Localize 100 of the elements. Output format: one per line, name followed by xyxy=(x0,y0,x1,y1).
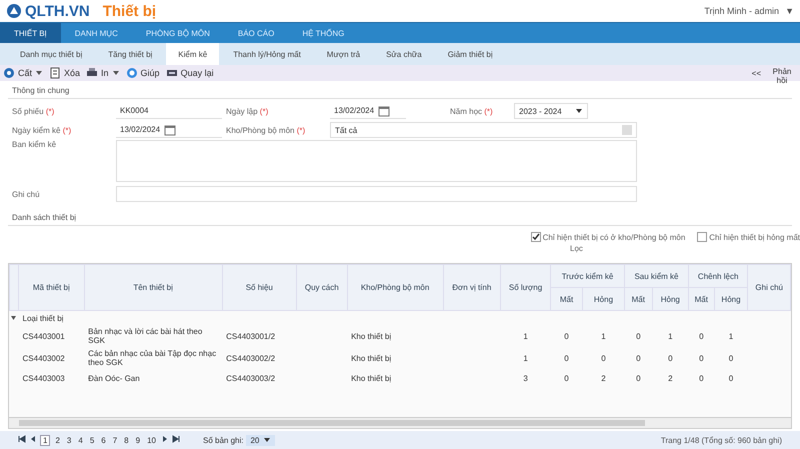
filter-link[interactable]: Lọc xyxy=(570,242,583,255)
column-header: Hỏng xyxy=(652,288,688,310)
page-nav-button[interactable] xyxy=(29,435,37,445)
field-label: Năm học (*) xyxy=(450,106,494,116)
column-header: Hỏng xyxy=(714,288,748,310)
caret-icon xyxy=(35,69,44,77)
table-cell-text: 3 xyxy=(522,373,529,385)
page-number[interactable]: 6 xyxy=(99,436,108,444)
field-label: Số phiếu (*) xyxy=(12,106,56,116)
toolbar-button[interactable]: Giúp xyxy=(126,67,160,79)
table-cell-text: 1 xyxy=(728,330,734,342)
document-icon xyxy=(49,67,62,79)
module-title: Thiết bị xyxy=(102,2,156,20)
table-cell-text: 0 xyxy=(698,373,705,385)
page-summary: Trang 1/48 (Tổng số: 960 bản ghi) xyxy=(660,436,782,444)
toolbar-button[interactable]: Cất xyxy=(3,67,44,79)
table-cell-text: 0 xyxy=(635,330,642,342)
date-field[interactable]: 13/02/2024 xyxy=(116,122,222,138)
table-cell-text: Kho thiết bị xyxy=(350,330,392,342)
table-cell-text: 0 xyxy=(563,330,570,342)
page-number[interactable]: 9 xyxy=(134,436,142,444)
page-nav-button[interactable] xyxy=(172,435,180,445)
page-size-select[interactable]: 20 xyxy=(246,434,276,446)
toolbar-button[interactable]: Quay lại xyxy=(166,67,214,79)
tab[interactable]: Mượn trả xyxy=(314,43,372,65)
tab[interactable]: Sửa chữa xyxy=(374,43,434,65)
page-number[interactable]: 2 xyxy=(53,436,62,444)
table-cell-text: 0 xyxy=(600,352,607,364)
column-header: Số hiệu xyxy=(222,264,296,310)
table-cell-text: 0 xyxy=(563,373,570,385)
tab[interactable]: Tăng thiết bị xyxy=(96,43,164,65)
toolbar-button[interactable]: Xóa xyxy=(49,67,80,79)
column-header: Tên thiết bị xyxy=(84,264,222,310)
page-number[interactable]: 4 xyxy=(76,436,85,444)
page-nav-button[interactable] xyxy=(160,435,169,445)
input-field[interactable]: KK0004 xyxy=(116,104,222,118)
column-header: Mất xyxy=(550,288,582,310)
table-cell-text: 0 xyxy=(667,352,674,364)
table-cell-text: 0 xyxy=(728,352,734,364)
table-cell-text: CS4403002 xyxy=(22,352,66,364)
table-cell-text: 0 xyxy=(635,373,642,385)
page-number[interactable]: 3 xyxy=(64,436,74,444)
disc-icon xyxy=(3,67,15,79)
field-label: Ban kiểm kê xyxy=(12,140,58,149)
nav-item[interactable]: THIẾT BỊ xyxy=(0,23,61,43)
feedback-link[interactable]: Phản hồi xyxy=(767,65,797,85)
table-cell-text: 2 xyxy=(667,373,674,385)
last-page-icon xyxy=(172,435,180,443)
column-header: Quy cách xyxy=(296,264,348,310)
column-header: Chênh lệch xyxy=(688,264,748,288)
filter-checkbox[interactable]: Chỉ hiện thiết bị hỏng mất xyxy=(697,232,800,242)
field-label: Ngày kiểm kê (*) xyxy=(12,126,72,134)
page-number[interactable]: 8 xyxy=(122,436,131,444)
toolbar-button[interactable]: In xyxy=(86,67,120,79)
page-number[interactable]: 5 xyxy=(88,436,96,444)
column-header: Mất xyxy=(688,288,714,310)
section-title: Danh sách thiết bị xyxy=(8,210,792,226)
input-field[interactable]: Tất cả xyxy=(330,122,637,138)
column-header: Sau kiểm kê xyxy=(624,264,688,288)
page-number[interactable]: 7 xyxy=(110,436,120,444)
table-cell-text: 1 xyxy=(522,352,529,364)
filter-checkbox[interactable]: Chỉ hiện thiết bị có ở kho/Phòng bộ môn xyxy=(530,232,686,242)
table-cell-text: CS4403001/2 xyxy=(225,330,276,342)
user-menu[interactable]: Trịnh Minh - admin ▼ xyxy=(704,6,794,16)
horizontal-scrollbar[interactable] xyxy=(8,418,792,429)
section-title: Thông tin chung xyxy=(8,83,792,99)
date-field[interactable]: 13/02/2024 xyxy=(330,104,406,118)
input-field[interactable] xyxy=(116,186,637,202)
table-cell-text: 2 xyxy=(600,373,607,385)
table-cell-text: Các bản nhạc của bài Tập đọc nhạc theo SGK xyxy=(87,348,218,369)
page-nav-button[interactable] xyxy=(18,435,26,445)
table-cell-text: 0 xyxy=(563,352,570,364)
check-icon xyxy=(532,233,540,241)
table-cell-text: 0 xyxy=(635,352,642,364)
table-cell-text: 1 xyxy=(522,330,529,342)
table-cell-text: CS4403001 xyxy=(22,330,66,342)
table-cell-text: Đàn Oóc- Gan xyxy=(87,373,141,385)
page-number[interactable]: 1 xyxy=(40,434,50,446)
table-cell-text: CS4403003 xyxy=(22,373,66,385)
table-cell-text: Kho thiết bị xyxy=(350,373,392,385)
caret-icon xyxy=(112,69,120,77)
table-cell-text: Bản nhạc và lời các bài hát theo SGK xyxy=(87,326,204,347)
select-field[interactable]: 2023 - 2024 xyxy=(514,103,588,119)
tab[interactable]: Giảm thiết bị xyxy=(436,43,505,65)
table-cell-text: 1 xyxy=(600,330,607,342)
table-cell-text: 0 xyxy=(698,330,705,342)
tab[interactable]: Kiểm kê xyxy=(166,43,220,65)
calendar-icon xyxy=(164,124,176,136)
tab[interactable]: Thanh lý/Hỏng mất xyxy=(221,43,313,65)
tab[interactable]: Danh mục thiết bị xyxy=(8,43,94,65)
collapse-button[interactable]: << xyxy=(752,68,761,78)
help-icon xyxy=(126,67,138,79)
column-header: Hỏng xyxy=(582,288,624,310)
group-label: Loại thiết bị xyxy=(18,310,790,325)
caret-icon xyxy=(263,436,272,444)
caret-icon xyxy=(575,107,583,115)
column-header: Mã thiết bị xyxy=(18,264,84,310)
column-header: Kho/Phòng bộ môn xyxy=(347,264,444,310)
page-number[interactable]: 10 xyxy=(145,436,158,444)
collapse-arrow-icon xyxy=(10,314,16,320)
